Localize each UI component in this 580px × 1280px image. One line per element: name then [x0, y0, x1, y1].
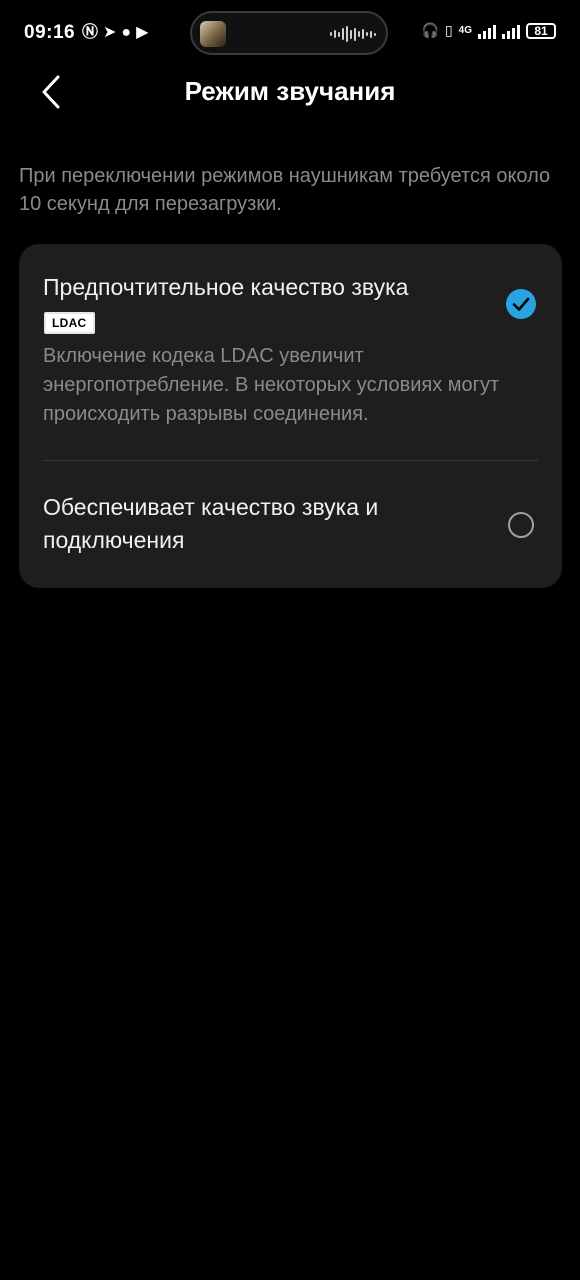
system-icons: 🎧 ▯ 4G 81	[421, 22, 556, 39]
battery-icon: 81	[526, 22, 556, 39]
page-title: Режим звучания	[184, 76, 396, 106]
audio-wave-icon	[330, 26, 376, 42]
divider	[43, 460, 538, 461]
status-time: 09:16	[24, 22, 76, 43]
headphones-icon: 🎧	[421, 22, 439, 38]
option-title: Обеспечивает качество звука и подключени…	[43, 494, 379, 553]
notification-icons: Ⓝ ➤ ● ▶	[82, 23, 148, 43]
dynamic-island[interactable]	[190, 11, 388, 55]
media-avatar	[200, 21, 226, 47]
check-icon	[512, 297, 530, 311]
option-description: Включение кодека LDAC увеличит энергопот…	[43, 345, 500, 425]
radio-unselected-icon[interactable]	[508, 512, 534, 538]
chat-icon: ●	[121, 24, 132, 41]
telegram-icon: ➤	[103, 24, 117, 41]
page-description: При переключении режимов наушникам требу…	[19, 165, 551, 215]
nfc-icon: Ⓝ	[82, 24, 99, 41]
option-title: Предпочтительное качество звука	[43, 274, 409, 300]
header: Режим звучания	[0, 62, 580, 122]
ldac-badge: LDAC	[44, 312, 95, 334]
vibrate-icon: ▯	[444, 22, 453, 38]
signal-icon-2	[502, 23, 520, 39]
network-type: 4G	[458, 25, 472, 36]
checkmark-selected-icon[interactable]	[506, 289, 536, 319]
status-bar: 09:16 Ⓝ ➤ ● ▶ 🎧 ▯ 4G 81	[0, 0, 580, 70]
signal-icon-1	[478, 23, 496, 39]
youtube-icon: ▶	[136, 24, 149, 41]
sound-mode-card: Предпочтительное качество звука LDAC Вкл…	[19, 244, 562, 588]
